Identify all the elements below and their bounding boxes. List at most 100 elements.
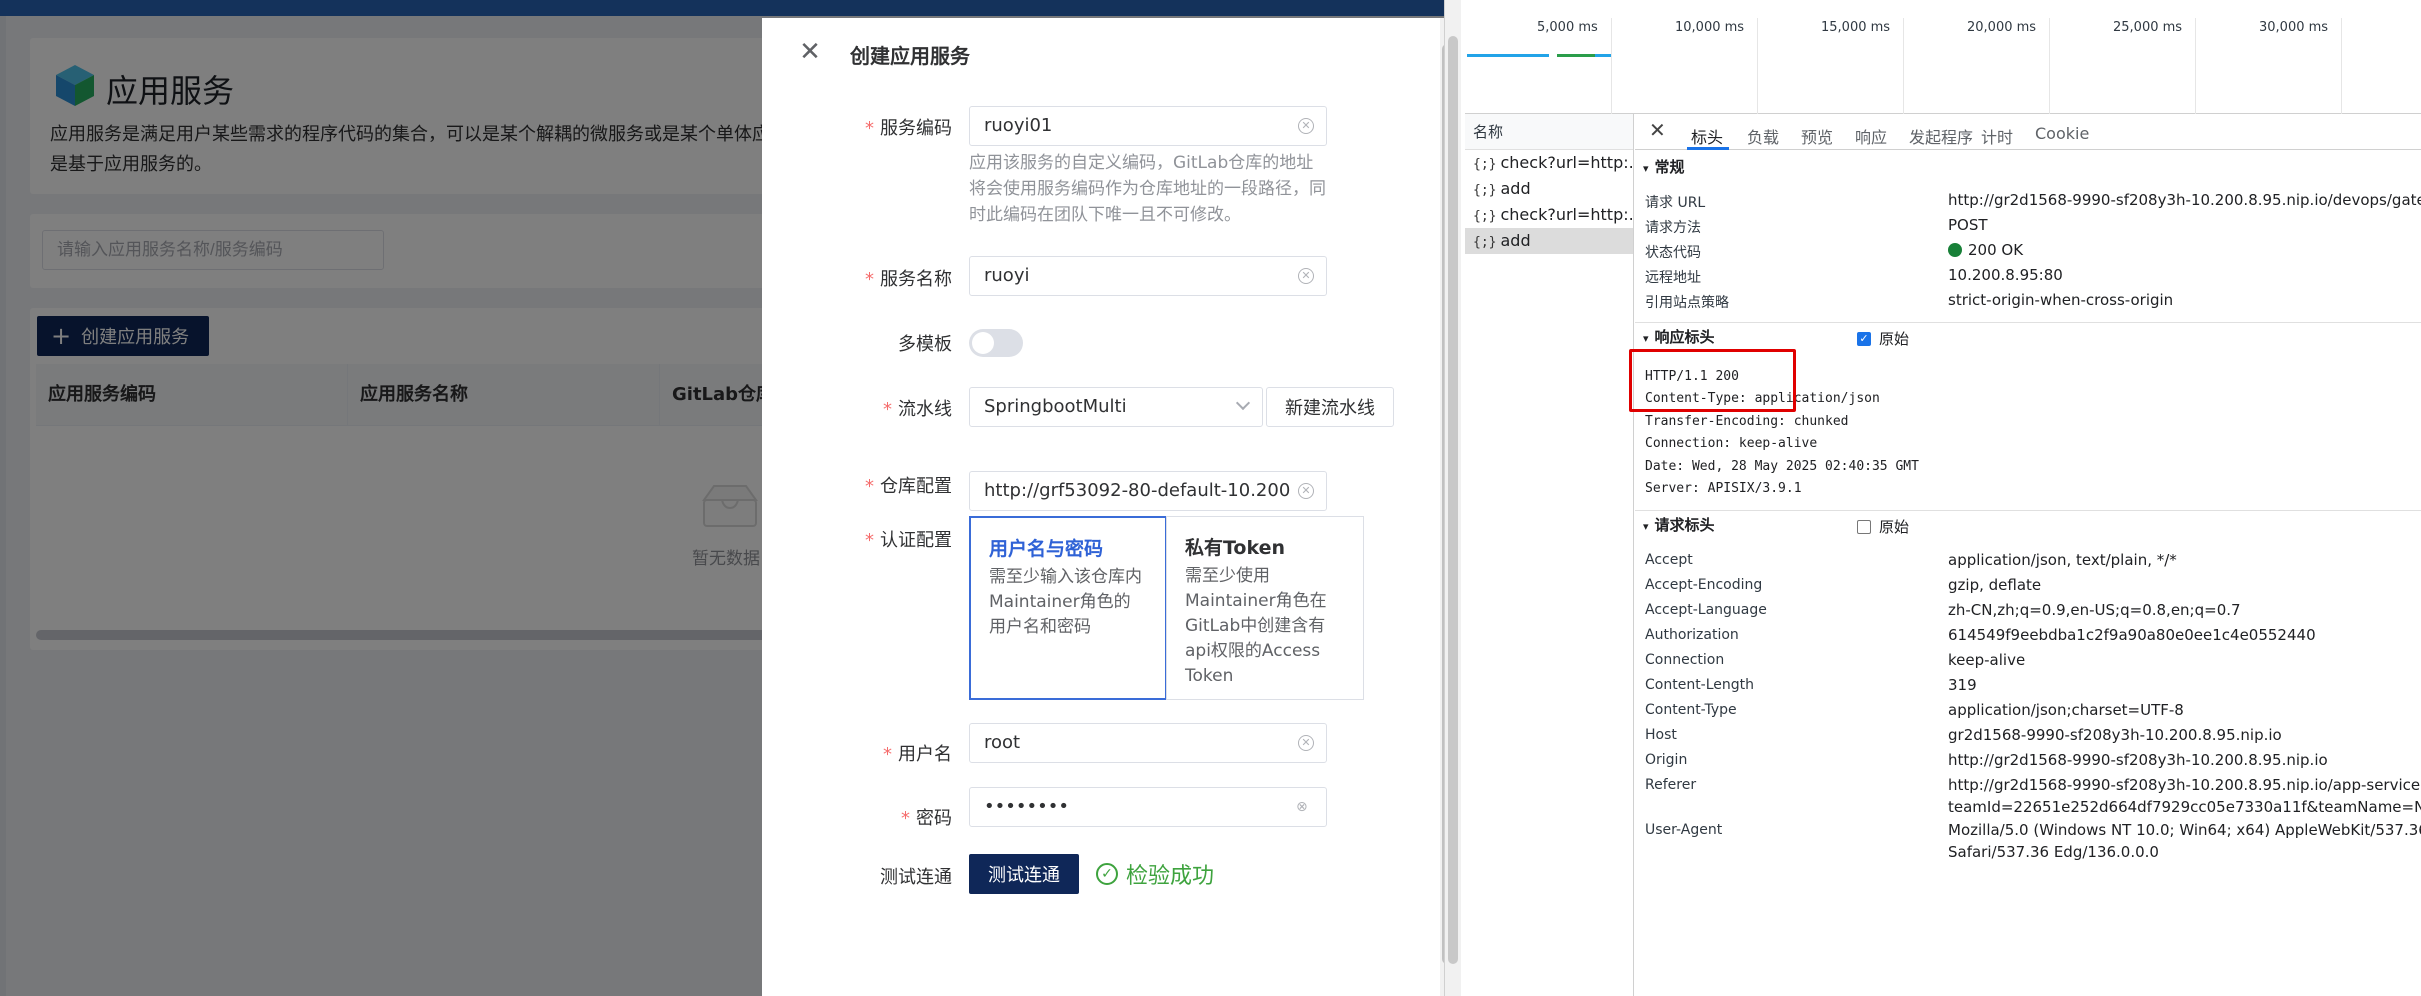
devtools-panel: 5,000 ms 10,000 ms 15,000 ms 20,000 ms 2… [1444,0,2421,996]
request-header-value: gzip, deflate [1948,576,2042,594]
timeline-bar [1467,54,1549,57]
request-header-key: Referer [1645,777,1697,793]
multi-template-toggle[interactable] [969,329,1023,357]
timeline-tick: 5,000 ms [1537,20,1598,35]
timeline-gridline [1757,18,1758,114]
general-key: 请求 URL [1645,195,1706,211]
auth-option-title: 私有Token [1185,537,1286,559]
network-timeline[interactable]: 5,000 ms 10,000 ms 15,000 ms 20,000 ms 2… [1465,12,2421,114]
pipeline-select[interactable]: SpringbootMulti [969,387,1263,427]
required-mark: * [865,530,874,551]
devtools-scrollbar[interactable] [1448,36,1458,964]
multi-template-label: 多模板 [898,334,952,355]
auth-option-desc: 需至少输入该仓库内Maintainer角色的用户名和密码 [989,567,1142,637]
auth-option-title: 用户名与密码 [989,538,1104,560]
raw-header-line: Server: APISIX/3.9.1 [1645,481,1802,496]
fetch-icon: {;} [1473,235,1497,250]
request-header-value: keep-alive [1948,651,2026,669]
eye-off-icon[interactable]: ⊗ [1296,799,1314,815]
pipeline-value: SpringbootMulti [984,396,1127,417]
detail-tabs: ✕ 标头 负载 预览 响应 发起程序 计时 Cookie [1635,114,2421,150]
timeline-bar [1557,54,1595,57]
tab-timing[interactable]: 计时 [1981,124,2013,148]
test-connection-label: 测试连通 [880,867,952,888]
required-mark: * [865,476,874,497]
repo-config-field[interactable]: http://grf53092-80-default-10.200.8.95.n… [969,471,1327,511]
fetch-icon: {;} [1473,183,1497,198]
general-key: 请求方法 [1645,220,1701,236]
timeline-gridline [2341,18,2342,114]
general-key: 引用站点策略 [1645,295,1729,311]
tab-payload[interactable]: 负载 [1747,124,1779,148]
request-header-key: Host [1645,727,1677,743]
username-field[interactable]: root ✕ [969,723,1327,763]
drawer-title: 创建应用服务 [850,44,970,68]
new-pipeline-button[interactable]: 新建流水线 [1266,387,1394,427]
tab-cookie[interactable]: Cookie [2035,124,2089,143]
request-item[interactable]: {;} check?url=http:... [1465,150,1633,176]
required-mark: * [883,744,892,765]
general-status: 200 OK [1948,241,2023,259]
request-header-value: zh-CN,zh;q=0.9,en-US;q=0.8,en;q=0.7 [1948,601,2241,619]
service-code-label: * 服务编码 [865,118,952,139]
request-item[interactable]: {;} check?url=http:... [1465,202,1633,228]
status-ok-icon [1948,243,1962,257]
chevron-down-icon [1235,395,1251,411]
password-field[interactable]: •••••••• ⊗ [969,787,1327,827]
request-header-key: Connection [1645,652,1725,668]
request-header-value: 319 [1948,676,1977,694]
auth-option-password[interactable]: 用户名与密码 需至少输入该仓库内Maintainer角色的用户名和密码 [969,516,1167,700]
general-value: POST [1948,216,1988,234]
auth-option-token[interactable]: 私有Token 需至少使用Maintainer角色在GitLab中创建含有api… [1166,516,1364,700]
clear-icon[interactable]: ✕ [1298,735,1314,751]
raw-toggle[interactable]: 原始 [1857,516,1909,537]
request-list: 名称 {;} check?url=http:... {;} add {;} check… [1465,114,1634,996]
success-text: 检验成功 [1126,864,1215,889]
request-header-key: Content-Type [1645,702,1737,718]
close-icon[interactable]: ✕ [796,38,824,66]
timeline-gridline [1903,18,1904,114]
request-header-key: Authorization [1645,627,1739,643]
tab-headers[interactable]: 标头 [1691,124,1723,148]
clear-icon[interactable]: ✕ [1298,483,1314,499]
section-request-headers[interactable]: 请求标头 [1635,512,2421,538]
tab-initiator[interactable]: 发起程序 [1909,124,1973,148]
clear-icon[interactable]: ✕ [1298,268,1314,284]
check-circle-icon: ✓ [1096,863,1118,885]
raw-toggle[interactable]: ✓ 原始 [1857,328,1909,349]
fetch-icon: {;} [1473,209,1497,224]
annotation-highlight-box [1629,349,1796,412]
tab-response[interactable]: 响应 [1855,124,1887,148]
clear-icon[interactable]: ✕ [1298,118,1314,134]
request-item[interactable]: {;} add [1465,176,1633,202]
required-mark: * [865,118,874,139]
service-code-field[interactable]: ruoyi01 ✕ [969,106,1327,146]
devtools-toolbar [1461,0,2421,12]
request-header-value: http://gr2d1568-9990-sf208y3h-10.200.8.9… [1948,751,2328,769]
raw-header-line: Transfer-Encoding: chunked [1645,414,1849,429]
request-header-key: Accept [1645,552,1693,568]
request-header-value: Mozilla/5.0 (Windows NT 10.0; Win64; x64… [1948,821,2421,839]
timeline-gridline [1611,18,1612,114]
divider [1635,322,2421,323]
general-value: http://gr2d1568-9990-sf208y3h-10.200.8.9… [1948,191,2421,209]
service-name-field[interactable]: ruoyi ✕ [969,256,1327,296]
test-connection-button[interactable]: 测试连通 [969,854,1079,894]
general-value: strict-origin-when-cross-origin [1948,291,2174,309]
pipeline-label: * 流水线 [883,399,952,420]
section-general[interactable]: 常规 [1635,154,2421,180]
section-response-headers[interactable]: 响应标头 [1635,324,2421,350]
request-list-header[interactable]: 名称 [1465,114,1633,150]
request-item-selected[interactable]: {;} add [1465,228,1633,254]
close-icon[interactable]: ✕ [1649,118,1666,142]
service-code-help: 应用该服务的自定义编码，GitLab仓库的地址将会使用服务编码作为仓库地址的一段… [969,153,1326,225]
tab-preview[interactable]: 预览 [1801,124,1833,148]
required-mark: * [883,399,892,420]
request-header-value: application/json;charset=UTF-8 [1948,701,2184,719]
validation-success: ✓ 检验成功 [1096,858,1214,890]
request-header-value: 614549f9eebdba1c2f9a90a80e0ee1c4e0552440 [1948,626,2316,644]
general-key: 状态代码 [1645,245,1701,261]
password-value: •••••••• [984,796,1069,817]
timeline-tick: 10,000 ms [1675,20,1745,35]
auth-config-label: * 认证配置 [865,530,952,551]
